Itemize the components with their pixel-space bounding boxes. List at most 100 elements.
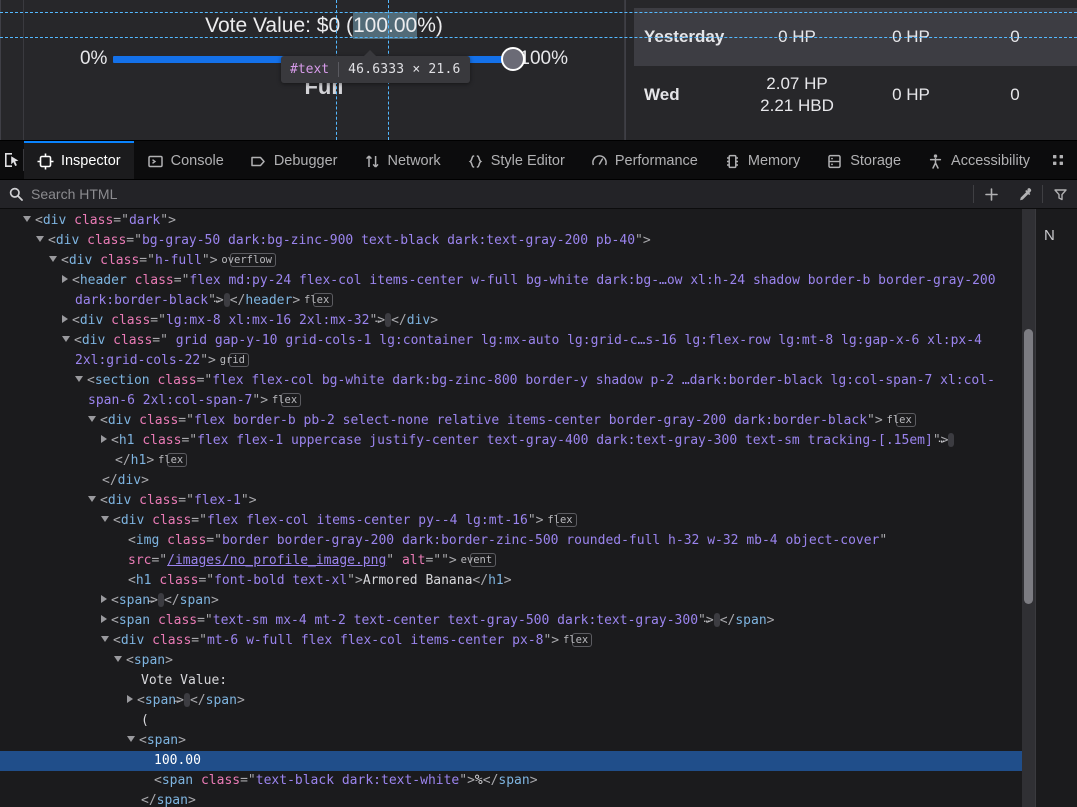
table-row[interactable]: Wed 2.07 HP 2.21 HBD 0 HP 0 <box>634 66 1077 124</box>
markup-tag: div <box>120 633 145 648</box>
markup-punc: =" <box>191 513 207 528</box>
layout-badge-flex[interactable]: flex <box>304 293 334 307</box>
twisty-collapsed-icon[interactable] <box>101 435 107 443</box>
markup-node[interactable]: <div class="mt-6 w-full flex flex-col it… <box>0 631 1035 651</box>
markup-punc: =" <box>152 333 168 348</box>
markup-node[interactable]: <div class="flex flex-col items-center p… <box>0 511 1035 531</box>
markup-node[interactable]: <div class=" grid gap-y-10 grid-cols-1 l… <box>0 331 1035 371</box>
markup-node[interactable]: <span> <box>0 731 1035 751</box>
markup-node[interactable]: <div class="dark"> <box>0 211 1035 231</box>
markup-tag: div <box>55 233 80 248</box>
markup-tag: div <box>120 513 145 528</box>
markup-scrollbar-thumb[interactable] <box>1024 329 1033 604</box>
twisty-placeholder <box>101 462 111 463</box>
markup-node[interactable]: <div class="flex-1"> <box>0 491 1035 511</box>
twisty-collapsed-icon[interactable] <box>101 615 107 623</box>
markup-tag: header <box>79 273 127 288</box>
tab-performance[interactable]: Performance <box>578 141 711 179</box>
add-new-node-button[interactable] <box>974 187 1008 202</box>
markup-node[interactable]: Vote Value: <box>0 671 1035 691</box>
markup-node[interactable]: <div class="flex border-b pb-2 select-no… <box>0 411 1035 431</box>
layout-badge-grid[interactable]: grid <box>220 353 250 367</box>
tab-storage[interactable]: Storage <box>813 141 914 179</box>
twisty-expanded-icon[interactable] <box>101 636 109 642</box>
markup-node[interactable]: <header class="flex md:py-24 flex-col it… <box>0 271 1035 311</box>
search-input[interactable] <box>31 186 973 202</box>
markup-node[interactable]: </div> <box>0 471 1035 491</box>
markup-punc <box>92 253 100 268</box>
markup-node[interactable]: </span> <box>0 791 1035 807</box>
layout-badge-overflow[interactable]: overflow <box>221 253 276 267</box>
markup-punc: "> <box>160 213 176 228</box>
filter-styles-button[interactable] <box>1043 187 1077 202</box>
twisty-collapsed-icon[interactable] <box>62 275 68 283</box>
markup-tree[interactable]: <div class="dark"> <div class="bg-gray-50… <box>0 209 1035 807</box>
twisty-expanded-icon[interactable] <box>62 336 70 342</box>
layout-badge-flex[interactable]: flex <box>547 513 577 527</box>
markup-node[interactable]: <span>… </span> <box>0 591 1035 611</box>
markup-node[interactable]: <span> <box>0 651 1035 671</box>
twisty-expanded-icon[interactable] <box>75 376 83 382</box>
markup-node-selected[interactable]: 100.00 <box>0 751 1035 771</box>
table-row[interactable]: Yesterday 0 HP 0 HP 0 <box>634 8 1077 66</box>
twisty-expanded-icon[interactable] <box>49 256 57 262</box>
layout-badge-flex[interactable]: flex <box>563 633 593 647</box>
twisty-expanded-icon[interactable] <box>127 736 135 742</box>
markup-node[interactable]: <h1 class="font-bold text-xl">Armored Ba… <box>0 571 1035 591</box>
twisty-expanded-icon[interactable] <box>88 496 96 502</box>
tab-network[interactable]: Network <box>351 141 454 179</box>
markup-node[interactable]: </h1> flex <box>0 451 1035 471</box>
layout-badge-event[interactable]: event <box>461 553 497 567</box>
markup-node[interactable]: <div class="lg:mx-8 xl:mx-16 2xl:mx-32">… <box>0 311 1035 331</box>
markup-node[interactable]: ( <box>0 711 1035 731</box>
twisty-expanded-icon[interactable] <box>101 516 109 522</box>
markup-val-link[interactable]: /images/no_profile_image.png <box>167 553 386 568</box>
markup-node[interactable]: <span>… </span> <box>0 691 1035 711</box>
markup-node[interactable]: <h1 class="flex flex-1 uppercase justify… <box>0 431 1035 451</box>
twisty-expanded-icon[interactable] <box>36 236 44 242</box>
markup-node[interactable]: <section class="flex flex-col bg-white d… <box>0 371 1035 411</box>
markup-node[interactable]: <div class="h-full"> overflow <box>0 251 1035 271</box>
markup-tag: div <box>81 333 106 348</box>
markup-punc: > <box>210 593 219 608</box>
eyedropper-button[interactable] <box>1008 187 1042 202</box>
twisty-expanded-icon[interactable] <box>88 416 96 422</box>
markup-punc: </ <box>229 293 246 308</box>
tab-inspector[interactable]: Inspector <box>23 141 134 179</box>
element-picker-button[interactable] <box>0 141 23 179</box>
markup-punc: > <box>165 653 173 668</box>
markup-punc: =" <box>139 253 155 268</box>
twisty-collapsed-icon[interactable] <box>127 695 133 703</box>
layout-badge-flex[interactable]: flex <box>158 453 188 467</box>
markup-node[interactable]: <img class="border border-gray-200 dark:… <box>0 531 1035 551</box>
slider-max-label: 100% <box>519 48 569 69</box>
markup-node[interactable]: <div class="bg-gray-50 dark:bg-zinc-900 … <box>0 231 1035 251</box>
markup-val: font-bold text-xl <box>214 573 348 588</box>
markup-punc: < <box>128 573 136 588</box>
vote-slider-thumb[interactable] <box>501 47 526 71</box>
layout-badge-flex[interactable]: flex <box>887 413 916 427</box>
layout-badge-flex[interactable]: flex <box>272 393 302 407</box>
markup-punc: </ <box>102 473 118 488</box>
twisty-expanded-icon[interactable] <box>23 216 31 222</box>
markup-punc: > <box>503 573 512 588</box>
tab-label: Debugger <box>273 153 338 169</box>
debugger-icon <box>250 153 267 170</box>
collapsed-children-ellipsis[interactable]: … <box>938 433 955 447</box>
markup-node[interactable]: <span class="text-sm mx-4 mt-2 text-cent… <box>0 611 1035 631</box>
tab-memory[interactable]: Memory <box>711 141 813 179</box>
twisty-expanded-icon[interactable] <box>114 656 122 662</box>
markup-node[interactable]: src="/images/no_profile_image.png" alt="… <box>0 551 1035 571</box>
twisty-placeholder <box>114 542 124 543</box>
markup-val: flex flex-col items-center py--4 lg:mt-1… <box>206 513 528 528</box>
tab-style-editor[interactable]: Style Editor <box>454 141 578 179</box>
tab-accessibility[interactable]: Accessibility <box>914 141 1043 179</box>
tab-console[interactable]: Console <box>134 141 237 179</box>
tab-debugger[interactable]: Debugger <box>237 141 351 179</box>
devtools-options-button[interactable] <box>1043 152 1073 169</box>
twisty-collapsed-icon[interactable] <box>101 595 107 603</box>
tab-label: Storage <box>850 153 902 169</box>
twisty-collapsed-icon[interactable] <box>62 315 68 323</box>
markup-node[interactable]: <span class="text-black dark:text-white"… <box>0 771 1035 791</box>
markup-scrollbar-track[interactable] <box>1022 209 1035 807</box>
